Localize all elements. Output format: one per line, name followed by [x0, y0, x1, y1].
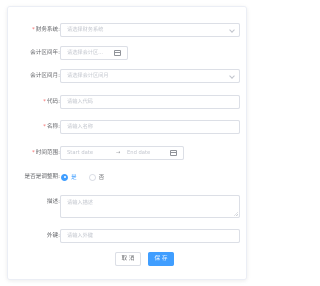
foreign-key-placeholder: 请输入外键: [67, 233, 93, 239]
end-date-placeholder: End date: [127, 150, 151, 156]
radio-no-label[interactable]: 否: [99, 173, 105, 181]
start-date-placeholder: Start date: [67, 150, 94, 156]
time-range-row: *时间范围: Start date → End date: [8, 146, 248, 160]
time-range-label: *时间范围:: [31, 150, 60, 156]
accounting-year-placeholder: 请选择会计区...: [67, 50, 104, 56]
code-placeholder: 请输入代码: [67, 99, 93, 105]
name-row: *名称: 请输入名称: [8, 120, 248, 134]
resize-grip-icon[interactable]: [234, 212, 238, 216]
radio-yes-label[interactable]: 是: [71, 173, 77, 181]
save-button[interactable]: 保 存: [148, 252, 174, 266]
name-label: *名称:: [43, 124, 60, 130]
description-placeholder: 请输入描述: [67, 200, 93, 206]
adjustment-period-label: 是否是调整期:: [24, 174, 60, 180]
calendar-icon: [114, 50, 121, 56]
foreign-key-input[interactable]: 请输入外键: [60, 229, 240, 243]
range-separator: →: [116, 150, 121, 156]
description-row: 描述: 请输入描述: [8, 195, 248, 218]
finance-system-label: *财务系统:: [31, 27, 60, 33]
accounting-year-row: 会计区间年: 请选择会计区...: [8, 46, 248, 60]
code-input[interactable]: 请输入代码: [60, 95, 240, 109]
finance-system-placeholder: 请选择财务系统: [67, 27, 104, 33]
chevron-down-icon: [229, 27, 235, 33]
finance-system-select[interactable]: 请选择财务系统: [60, 23, 240, 37]
radio-no[interactable]: [88, 173, 96, 181]
accounting-year-picker[interactable]: 请选择会计区...: [60, 46, 128, 60]
chevron-down-icon: [229, 73, 235, 79]
calendar-icon: [170, 150, 177, 156]
name-placeholder: 请输入名称: [67, 124, 93, 130]
accounting-month-label: 会计区间月:: [30, 73, 60, 79]
accounting-month-select[interactable]: 请选择会计区间月: [60, 69, 240, 83]
form-dialog: *财务系统: 请选择财务系统 会计区间年: 请选择会计区... 会计区间月: 请…: [7, 6, 247, 280]
accounting-month-row: 会计区间月: 请选择会计区间月: [8, 69, 248, 83]
adjustment-radio-group: 是 否: [61, 170, 104, 184]
foreign-key-label: 外键:: [46, 233, 60, 239]
radio-yes[interactable]: [61, 173, 68, 181]
accounting-month-placeholder: 请选择会计区间月: [67, 73, 109, 79]
code-row: *代码: 请输入代码: [8, 95, 248, 109]
date-range-picker[interactable]: Start date → End date: [60, 146, 184, 160]
accounting-year-label: 会计区间年:: [30, 50, 60, 56]
description-textarea[interactable]: 请输入描述: [60, 195, 240, 218]
foreign-key-row: 外键: 请输入外键: [8, 229, 248, 243]
code-label: *代码:: [43, 99, 60, 105]
description-label: 描述:: [46, 199, 60, 205]
adjustment-period-row: 是否是调整期: 是 否: [8, 170, 248, 184]
finance-system-row: *财务系统: 请选择财务系统: [8, 23, 248, 37]
cancel-button[interactable]: 取 消: [115, 252, 141, 266]
name-input[interactable]: 请输入名称: [60, 120, 240, 134]
